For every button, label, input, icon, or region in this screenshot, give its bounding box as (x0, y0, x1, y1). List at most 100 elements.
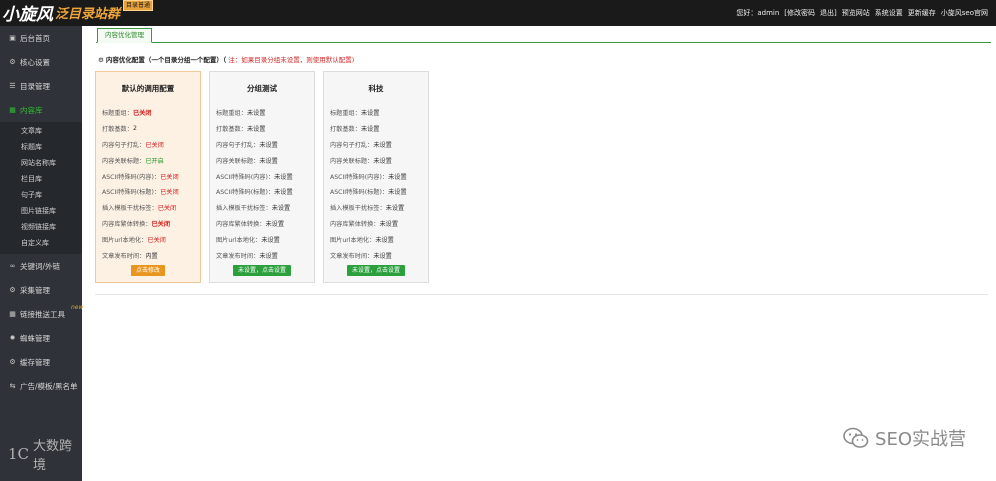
logo-badge: 目录普通 (123, 0, 154, 11)
sidebar-item-core-settings[interactable]: ⚙ 核心设置 (0, 50, 82, 74)
change-password-link[interactable]: [修改密码 (784, 8, 815, 18)
logo-sub-text: 泛目录站群 (55, 7, 121, 22)
card-rows: 标题重组： 未设置 打散基数： 未设置 内容句子打乱： 未设置 内容关联标题： 未设置 ASCI… (210, 105, 314, 263)
card-rows: 标题重组： 已关闭 打散基数： 2 内容句子打乱： 已关闭 内容关联标题： 已开启 ASCII特… (96, 105, 200, 263)
config-row: 内容库繁体转换： 未设置 (210, 216, 314, 232)
config-row: 内容关联标题： 已开启 (96, 152, 200, 168)
book-icon: ▦ (9, 106, 16, 114)
sidebar-item-label: 内容库 (20, 105, 43, 115)
config-row: 内容关联标题： 未设置 (324, 152, 428, 168)
config-row-value: 未设置 (373, 252, 392, 260)
config-row-value: 未设置 (360, 110, 380, 118)
config-row: ASCII特殊码(内容)： 未设置 (324, 168, 428, 184)
config-row-label: 插入模板干扰标签： (102, 205, 158, 213)
submenu-item-articles[interactable]: 文章库 (0, 123, 82, 139)
watermark-left-logo: 1C (8, 445, 30, 463)
section-title: ⚙ 内容优化配置（一个目录分组一个配置）（ 注：如果目录分组未设置，则使用默认配… (98, 54, 354, 64)
update-cache-link[interactable]: 更新缓存 (908, 8, 936, 18)
sidebar-item-label: 链接推送工具 (20, 309, 65, 319)
submenu-item-site-names[interactable]: 网站名称库 (0, 155, 82, 171)
config-row-value: 未设置 (265, 220, 285, 228)
submenu-item-custom[interactable]: 自定义库 (0, 235, 82, 251)
sidebar: ▣ 后台首页 ⚙ 核心设置 ☰ 目录管理 ▦ 内容库 文章库 标题库 网站名称库… (0, 26, 83, 481)
wechat-icon (843, 427, 869, 448)
config-row-label: 打散基数： (102, 126, 133, 134)
sidebar-item-label: 核心设置 (20, 57, 50, 67)
section-note: 注：如果目录分组未设置，则使用默认配置) (228, 56, 355, 64)
config-row: ASCII特殊码(标题)： 未设置 (210, 184, 314, 200)
submenu-item-columns[interactable]: 栏目库 (0, 171, 82, 187)
grid-icon: ▦ (9, 310, 16, 318)
config-row: 内容关联标题： 未设置 (210, 152, 314, 168)
card-title: 分组测试 (247, 84, 277, 93)
tab-content-optimization[interactable]: 内容优化管理 (97, 28, 152, 43)
config-row: 打散基数： 2 (96, 121, 200, 137)
system-settings-link[interactable]: 系统设置 (875, 8, 903, 18)
config-row-label: 标题重组： (216, 110, 247, 118)
logo-main-text: 小旋风 (2, 5, 53, 25)
config-row-label: ASCII特殊码(内容)： (102, 173, 161, 181)
logout-link[interactable]: 退出] (820, 8, 837, 18)
config-row: 内容库繁体转换： 已关闭 (96, 216, 200, 232)
config-card-default: 默认的调用配置 标题重组： 已关闭 打散基数： 2 内容句子打乱： 已关闭 内容关联标题：已… (95, 71, 201, 283)
config-row-label: 内容关联标题： (216, 157, 260, 165)
config-row: 文章发布时间： 未设置 (324, 247, 428, 263)
config-row-value: 已关闭 (151, 220, 171, 228)
preview-site-link[interactable]: 预览网站 (842, 8, 870, 18)
config-row-value: 未设置 (388, 173, 407, 181)
submenu-item-video-links[interactable]: 视频链接库 (0, 219, 82, 235)
set-button[interactable]: 未设置，点击设置 (346, 265, 406, 276)
config-row: 插入模板干扰标签： 未设置 (324, 200, 428, 216)
list-icon: ☰ (9, 82, 16, 90)
config-row: 内容句子打乱： 未设置 (324, 137, 428, 153)
edit-button[interactable]: 点击修改 (130, 265, 166, 276)
config-row-value: 未设置 (274, 173, 293, 181)
set-button[interactable]: 未设置，点击设置 (232, 265, 292, 276)
config-row-label: 图片url本地化： (330, 236, 376, 244)
sidebar-item-ads-templates[interactable]: ⇆ 广告/模板/黑名单 (0, 374, 82, 398)
official-site-link[interactable]: 小旋风seo官网 (941, 8, 988, 18)
config-row: 图片url本地化： 未设置 (210, 231, 314, 247)
content-library-submenu: 文章库 标题库 网站名称库 栏目库 句子库 图片链接库 视频链接库 自定义库 (0, 122, 82, 254)
app-logo[interactable]: 小旋风 泛目录站群 (2, 1, 120, 25)
config-row-value: 已关闭 (132, 110, 152, 118)
config-row-value: 未设置 (360, 126, 380, 134)
config-row-value: 未设置 (246, 110, 266, 118)
sidebar-item-label: 广告/模板/黑名单 (20, 381, 78, 391)
sidebar-item-home[interactable]: ▣ 后台首页 (0, 26, 82, 50)
sidebar-item-collection[interactable]: ⚙ 采集管理 (0, 278, 82, 302)
section-title-text: 内容优化配置（一个目录分组一个配置）（ (105, 56, 227, 64)
config-row-label: 插入模板干扰标签： (216, 205, 272, 213)
tab-bar: 内容优化管理 (96, 28, 991, 43)
sidebar-item-directory[interactable]: ☰ 目录管理 (0, 74, 82, 98)
main-content: 内容优化管理 ⚙ 内容优化配置（一个目录分组一个配置）（ 注：如果目录分组未设置… (82, 26, 996, 481)
sidebar-item-spider[interactable]: ✹ 蜘蛛管理 (0, 326, 82, 350)
config-row-label: 文章发布时间： (330, 252, 374, 260)
sidebar-item-keywords[interactable]: ∞ 关键词/外链 (0, 254, 82, 278)
submenu-item-image-links[interactable]: 图片链接库 (0, 203, 82, 219)
config-row-value: 未设置 (385, 205, 405, 213)
config-row-label: 文章发布时间： (216, 252, 260, 260)
config-row: 标题重组： 未设置 (324, 105, 428, 121)
sidebar-item-content-library[interactable]: ▦ 内容库 (0, 98, 82, 122)
config-row-label: 内容关联标题： (102, 157, 146, 165)
config-cards: 默认的调用配置 标题重组： 已关闭 打散基数： 2 内容句子打乱： 已关闭 内容关联标题：已… (95, 71, 429, 283)
submenu-item-sentences[interactable]: 句子库 (0, 187, 82, 203)
sidebar-item-label: 蜘蛛管理 (20, 333, 50, 343)
arrows-icon: ⇆ (9, 382, 16, 390)
config-row: 文章发布时间： 未设置 (210, 247, 314, 263)
config-row: ASCII特殊码(标题)： 未设置 (324, 184, 428, 200)
sidebar-item-link-push[interactable]: ▦ 链接推送工具 new (0, 302, 83, 326)
card-title: 科技 (368, 84, 384, 93)
config-row-value: 未设置 (375, 236, 394, 244)
watermark-right-text: SEO实战营 (875, 429, 966, 450)
config-row-value: 未设置 (379, 220, 399, 228)
sidebar-item-cache[interactable]: ⚙ 缓存管理 (0, 350, 82, 374)
submenu-item-titles[interactable]: 标题库 (0, 139, 82, 155)
config-row-label: ASCII特殊码(标题)： (330, 189, 389, 197)
spider-icon: ✹ (9, 334, 16, 342)
gear-icon: ⚙ (9, 358, 16, 366)
config-row-label: 内容句子打乱： (102, 141, 146, 149)
sidebar-item-label: 后台首页 (20, 33, 50, 43)
config-row: 打散基数： 未设置 (324, 121, 428, 137)
